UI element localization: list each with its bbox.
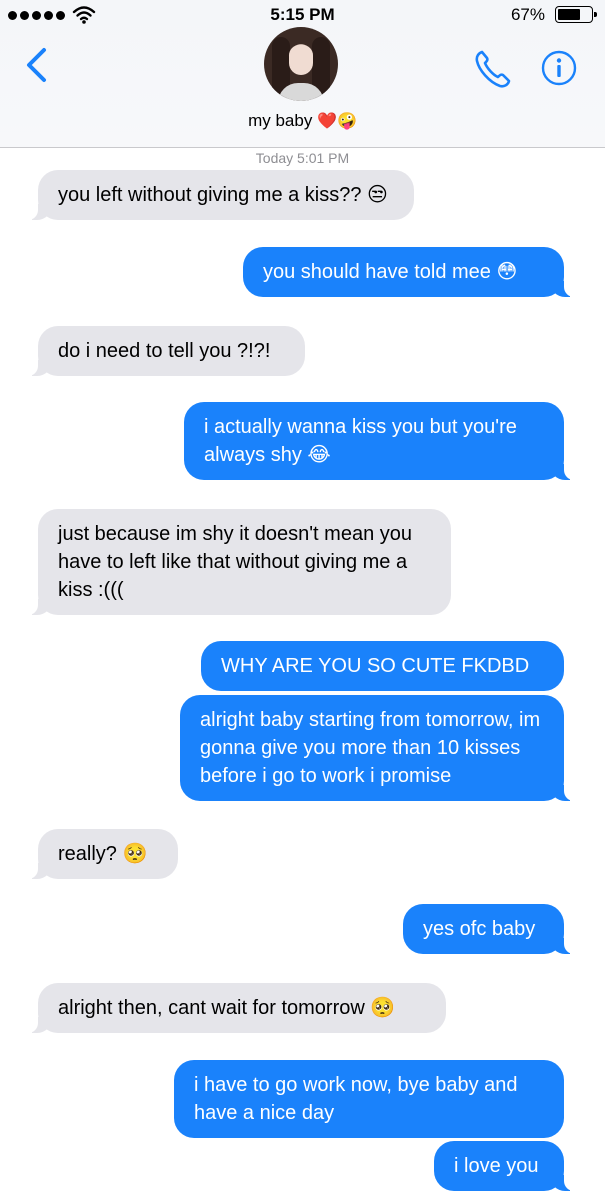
contact-name-row[interactable]: my baby ❤️🤪 [0, 111, 605, 131]
message-bubble-incoming[interactable]: do i need to tell you ?!?! [28, 326, 305, 376]
message-bubble-incoming[interactable]: alright then, cant wait for tomorrow 🥺 [28, 983, 446, 1033]
contact-name: my baby [248, 111, 313, 130]
avatar[interactable] [264, 27, 338, 101]
conversation-timestamp: Today 5:01 PM [255, 150, 350, 166]
message-bubble-outgoing[interactable]: yes ofc baby [403, 904, 574, 954]
message-bubble-outgoing[interactable]: WHY ARE YOU SO CUTE FKDBD [201, 641, 564, 691]
message-bubble-outgoing[interactable]: you should have told mee 😳 [243, 247, 574, 297]
battery-icon [555, 6, 597, 23]
status-bar: 5:15 PM 67% [0, 0, 605, 30]
info-icon[interactable] [541, 50, 577, 86]
message-bubble-incoming[interactable]: you left without giving me a kiss?? 😒 [28, 170, 414, 220]
message-bubble-incoming[interactable]: really? 🥺 [28, 829, 178, 879]
battery-percent: 67% [510, 5, 545, 24]
message-bubble-outgoing[interactable]: i have to go work now, bye baby and have… [174, 1060, 564, 1138]
message-bubble-outgoing[interactable]: i love you [434, 1141, 574, 1191]
message-bubble-outgoing[interactable]: i actually wanna kiss you but you're alw… [184, 402, 574, 480]
message-bubble-outgoing[interactable]: alright baby starting from tomorrow, im … [180, 695, 574, 801]
phone-icon[interactable] [473, 48, 513, 90]
back-chevron-icon[interactable] [20, 45, 52, 85]
conversation-header: 5:15 PM 67% my baby ❤️🤪 [0, 0, 605, 148]
contact-emoji: ❤️🤪 [317, 111, 357, 130]
message-bubble-incoming[interactable]: just because im shy it doesn't mean you … [28, 509, 451, 615]
